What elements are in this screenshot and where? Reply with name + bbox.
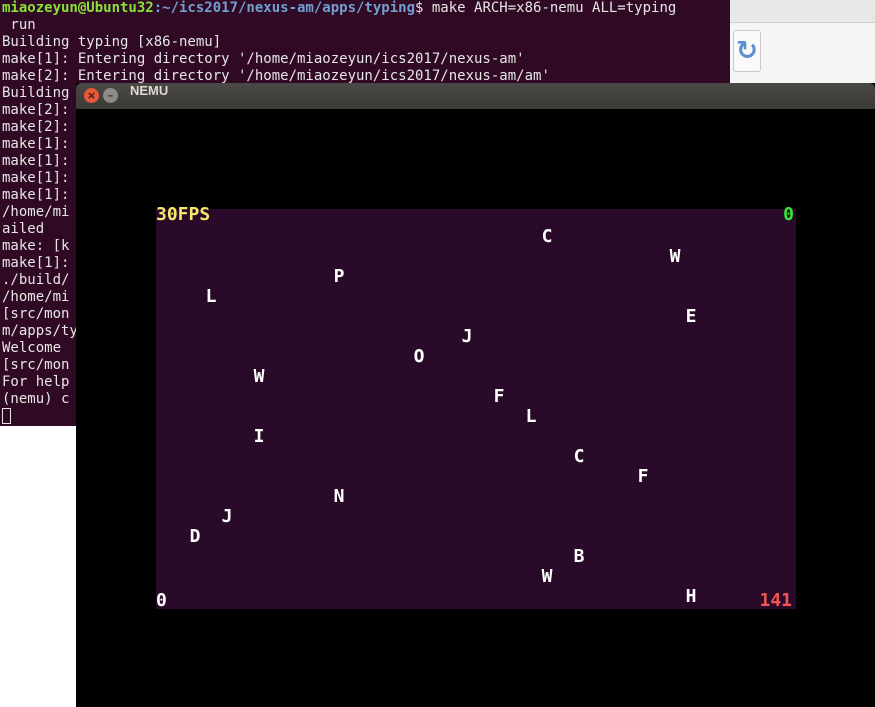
prompt-command: $ make ARCH=x86-nemu ALL=typing [415,0,677,16]
falling-letter: W [669,246,681,267]
nemu-window[interactable]: × – NEMU 30FPS 0 0 141 C W P L E J O W F… [76,83,875,707]
close-icon[interactable]: × [84,88,99,103]
terminal-prompt-line: miaozeyun@Ubuntu32:~/ics2017/nexus-am/ap… [0,0,730,17]
miss-counter: 0 [156,590,167,611]
falling-letter: F [637,466,649,487]
falling-letter: H [685,586,697,607]
falling-letter: O [413,346,425,367]
text-cursor [2,408,11,424]
background-window-toolbar [730,0,875,23]
falling-letter: C [541,226,553,247]
fps-counter: 30FPS [156,204,211,225]
falling-letter: C [573,446,585,467]
game-screen[interactable]: 30FPS 0 0 141 C W P L E J O W F L I C F … [156,205,796,611]
hit-counter: 0 [783,204,794,225]
reload-icon[interactable]: ↻ [733,30,761,72]
falling-letter: W [253,366,265,387]
prompt-path: :~/ics2017/nexus-am/apps/typing [153,0,416,16]
falling-letter: P [333,266,345,287]
minimize-icon[interactable]: – [103,88,118,103]
falling-letter: B [573,546,585,567]
falling-letter: I [253,426,265,447]
terminal-line: make[1]: Entering directory '/home/miaoz… [2,51,525,67]
falling-letter: D [189,526,201,547]
falling-letter: F [493,386,505,407]
falling-letter: J [221,506,233,527]
falling-letter: E [685,306,697,327]
wrong-counter: 141 [759,590,792,611]
nemu-titlebar[interactable]: × – NEMU [76,83,875,109]
falling-letter: L [525,406,537,427]
prompt-user: miaozeyun@Ubuntu32 [2,0,154,16]
terminal-line: Building typing [x86-nemu] [2,34,222,50]
falling-letter: J [461,326,473,347]
terminal-line: run [2,17,36,33]
falling-letter: W [541,566,553,587]
window-title: NEMU [130,83,169,98]
falling-letter: N [333,486,345,507]
falling-letter: L [205,286,217,307]
